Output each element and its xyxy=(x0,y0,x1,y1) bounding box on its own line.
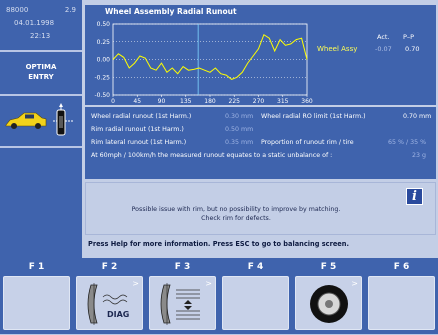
fkey-f3-label: F 3 xyxy=(174,262,191,272)
diag-label: DIAG xyxy=(107,310,130,319)
vehicle-wheel-position xyxy=(0,96,82,146)
x-tick-label: 0 xyxy=(111,98,115,105)
static-unbalance-label: At 60mph / 100km/h the measured runout e… xyxy=(91,152,333,159)
software-version: 2.9 xyxy=(64,6,76,14)
mode-panel: OPTIMA ENTRY xyxy=(0,52,82,94)
legend-act-value: -0.07 xyxy=(375,45,392,53)
diag-button[interactable]: > DIAG xyxy=(76,276,143,330)
machine-id: 88000 xyxy=(6,6,29,14)
fkey-f2: F 2 > DIAG xyxy=(73,258,146,334)
chevron-right-icon: > xyxy=(132,279,139,288)
car-wheel-icon xyxy=(5,103,74,136)
screen: 88000 2.9 04.01.1998 22:13 OPTIMA ENTRY xyxy=(0,0,438,334)
fkey-f5-label: F 5 xyxy=(320,262,337,272)
rim-adjust-button[interactable]: > xyxy=(149,276,216,330)
time-readout: 22:13 xyxy=(30,32,51,40)
fkey-f6: F 6 xyxy=(365,258,438,334)
fkey-f1: F 1 xyxy=(0,258,73,334)
sidebar-blank-panel xyxy=(0,148,82,258)
legend-col-act: Act. xyxy=(377,33,390,41)
message-line-1: Possible issue with rim, but no possibil… xyxy=(131,206,341,213)
runout-proportion-label: Proportion of runout rim / tire xyxy=(261,139,354,146)
x-tick-label: 360 xyxy=(301,98,313,105)
mode-line-1: OPTIMA xyxy=(25,63,57,71)
rim-lateral-runout-label: Rim lateral runout (1st Harm.) xyxy=(91,139,187,146)
y-tick-label: 0.50 xyxy=(97,21,111,28)
tire-button[interactable]: > xyxy=(295,276,362,330)
x-tick-label: 225 xyxy=(229,98,241,105)
mode-line-2: ENTRY xyxy=(28,73,54,81)
runout-data-panel: Wheel radial runout (1st Harm.) 0.30 mm … xyxy=(85,107,436,179)
x-tick-label: 90 xyxy=(158,98,166,105)
chevron-right-icon: > xyxy=(351,279,358,288)
status-panel: 88000 2.9 04.01.1998 22:13 xyxy=(0,0,82,50)
x-tick-label: 135 xyxy=(180,98,192,105)
message-line-2: Check rim for defects. xyxy=(201,215,271,222)
wheel-radial-runout-value: 0.30 mm xyxy=(225,113,254,120)
fkey-f5: F 5 > xyxy=(292,258,365,334)
legend-col-pp: P–P xyxy=(403,33,415,41)
help-hint: Press Help for more information. Press E… xyxy=(88,240,349,248)
fkey-f2-label: F 2 xyxy=(101,262,118,272)
runout-chart: 0.50 0.25 0.00 -0.25 -0.500 45 90 135 180 225 270 3… xyxy=(94,21,313,105)
f4-button[interactable] xyxy=(222,276,289,330)
rim-radial-runout-label: Rim radial runout (1st Harm.) xyxy=(91,126,184,133)
fkey-f3: F 3 > xyxy=(146,258,219,334)
legend-pp-value: 0.70 xyxy=(405,45,420,53)
date-readout: 04.01.1998 xyxy=(14,19,55,27)
x-tick-label: 270 xyxy=(253,98,265,105)
rim-lateral-runout-value: 0.35 mm xyxy=(225,139,254,146)
wheel-radial-limit-value: 0.70 mm xyxy=(403,113,432,120)
runout-curve xyxy=(112,33,308,80)
rim-radial-runout-value: 0.50 mm xyxy=(225,126,254,133)
y-tick-label: 0.00 xyxy=(97,57,111,64)
wheel-radial-runout-label: Wheel radial runout (1st Harm.) xyxy=(91,113,192,120)
x-tick-label: 45 xyxy=(133,98,141,105)
plot-frame xyxy=(112,23,308,96)
sidebar: 88000 2.9 04.01.1998 22:13 OPTIMA ENTRY xyxy=(0,0,82,258)
info-icon[interactable]: i xyxy=(406,188,423,205)
function-key-bar: F 1 F 2 > DIAG F 3 > F 4 F 5 > F 6 xyxy=(0,258,438,334)
x-tick-label: 180 xyxy=(204,98,216,105)
f1-button[interactable] xyxy=(3,276,70,330)
y-tick-label: -0.25 xyxy=(94,74,110,81)
f6-button[interactable] xyxy=(368,276,435,330)
wheel-radial-limit-label: Wheel radial RO limit (1st Harm.) xyxy=(261,113,366,120)
legend-label: Wheel Assy xyxy=(317,45,358,53)
fkey-f4-label: F 4 xyxy=(247,262,264,272)
y-tick-label: -0.50 xyxy=(94,92,110,99)
x-tick-label: 315 xyxy=(277,98,289,105)
message-text: Possible issue with rim, but no possibil… xyxy=(86,205,386,223)
runout-graph-panel: Wheel Assembly Radial Runout 0.50 0.25 0.0… xyxy=(85,5,436,105)
chevron-right-icon: > xyxy=(205,279,212,288)
static-unbalance-value: 23 g xyxy=(412,152,427,159)
fkey-f1-label: F 1 xyxy=(28,262,45,272)
runout-proportion-value: 65 % / 35 % xyxy=(388,139,427,146)
message-panel: Possible issue with rim, but no possibil… xyxy=(85,182,436,235)
y-tick-label: 0.25 xyxy=(97,39,111,46)
fkey-f6-label: F 6 xyxy=(393,262,410,272)
fkey-f4: F 4 xyxy=(219,258,292,334)
